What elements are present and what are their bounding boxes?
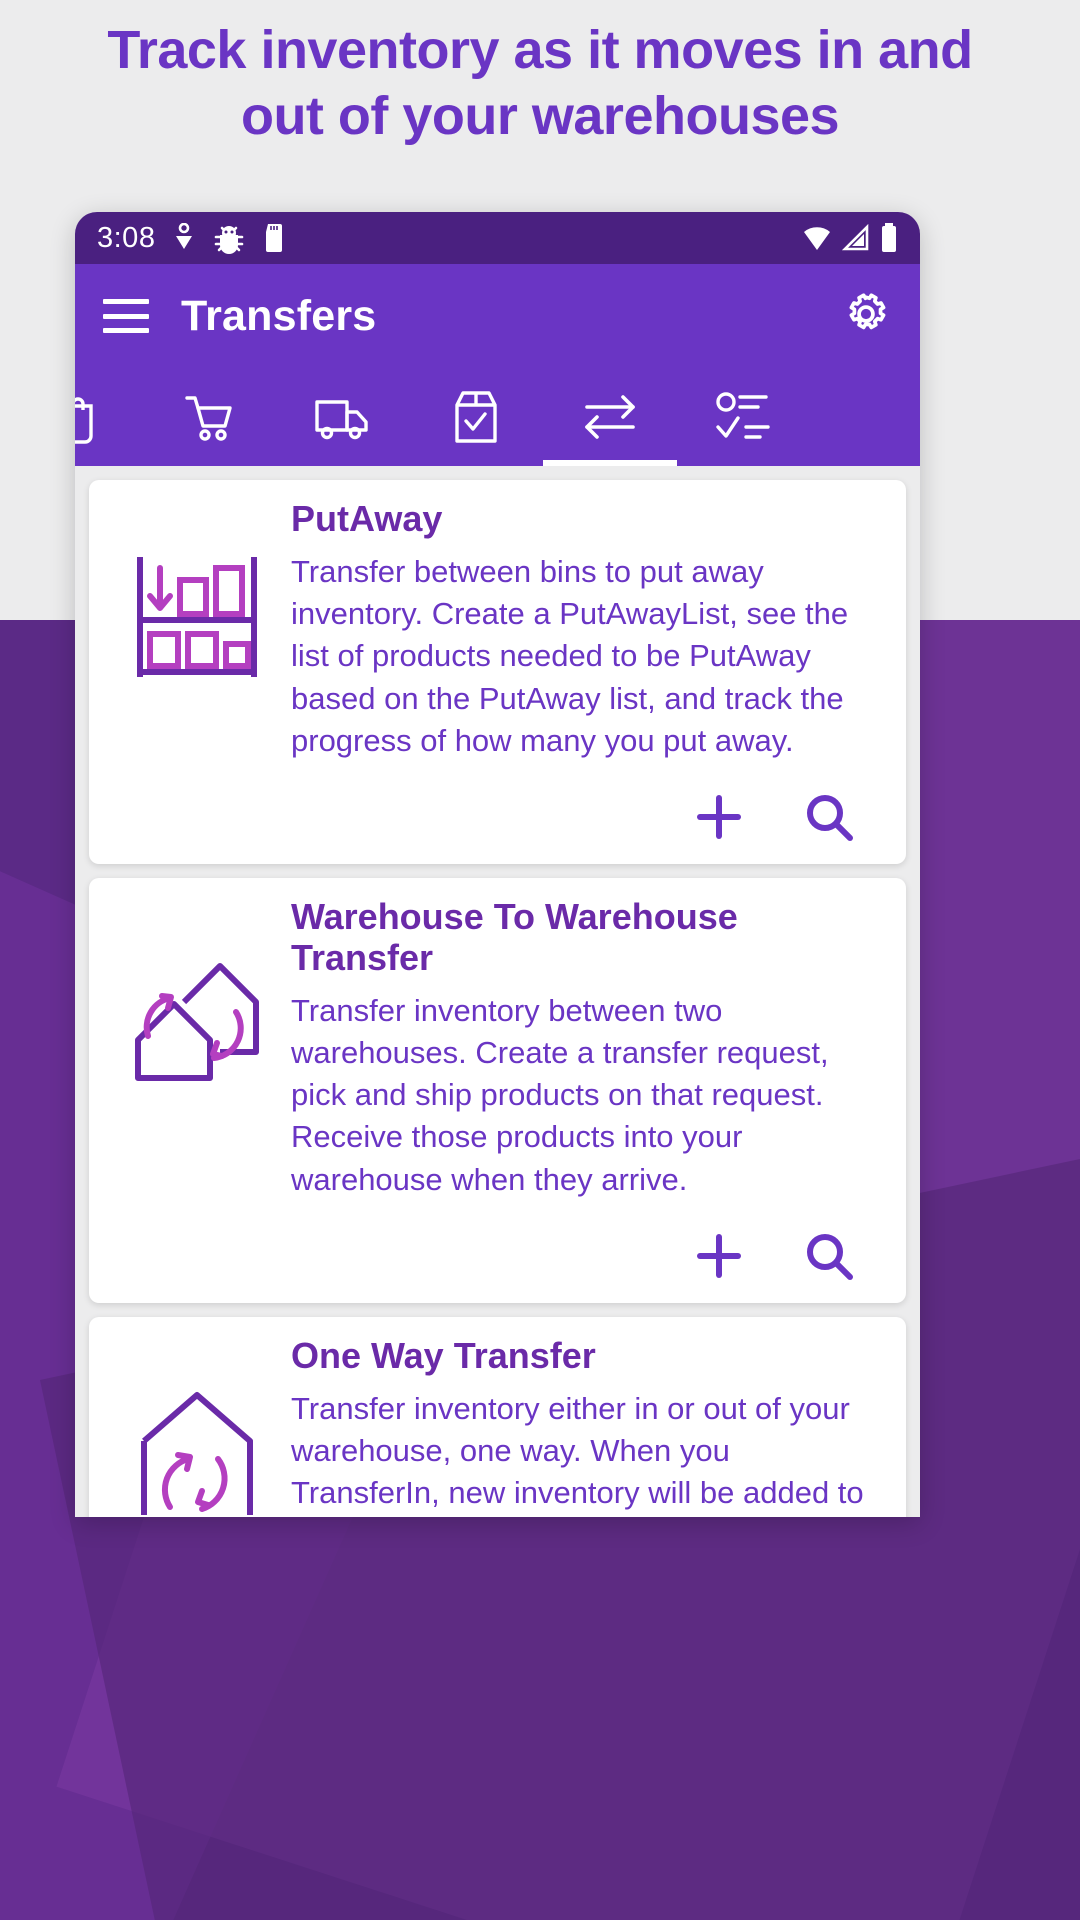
status-bar-left: 3:08 — [97, 222, 285, 255]
card-text: One Way Transfer Transfer inventory eith… — [287, 1335, 880, 1517]
card-one-way-transfer[interactable]: One Way Transfer Transfer inventory eith… — [89, 1316, 906, 1517]
card-title: Warehouse To Warehouse Transfer — [291, 895, 738, 978]
phone-screenshot: 3:08 Transfers PutAway Transfer between … — [75, 212, 920, 1517]
card-text: PutAway Transfer between bins to put awa… — [287, 498, 880, 762]
tab-transfers[interactable] — [543, 368, 677, 466]
card-title: One Way Transfer — [291, 1334, 596, 1376]
screenshot-root: Track inventory as it moves in and out o… — [0, 0, 1080, 1920]
android-bug-icon — [213, 222, 245, 254]
battery-icon — [880, 223, 898, 253]
cell-signal-icon — [842, 224, 870, 252]
two-warehouses-arrows-icon — [107, 896, 287, 1090]
sd-card-icon — [263, 223, 285, 253]
tab-receive[interactable] — [409, 368, 543, 466]
card-description: Transfer inventory between two warehouse… — [291, 992, 829, 1197]
card-actions — [107, 1227, 880, 1285]
gear-icon[interactable] — [840, 288, 892, 345]
tab-partial-left[interactable] — [75, 368, 141, 466]
card-description: Transfer inventory either in or out of y… — [291, 1390, 864, 1510]
card-warehouse-to-warehouse[interactable]: Warehouse To Warehouse Transfer Transfer… — [89, 877, 906, 1303]
search-icon[interactable] — [800, 788, 858, 846]
card-putaway[interactable]: PutAway Transfer between bins to put awa… — [89, 480, 906, 864]
tab-counts[interactable] — [677, 368, 811, 466]
card-body: One Way Transfer Transfer inventory eith… — [107, 1335, 880, 1517]
tab-purchase[interactable] — [141, 368, 275, 466]
add-icon[interactable] — [690, 788, 748, 846]
status-bar-time: 3:08 — [97, 221, 156, 254]
tab-delivery[interactable] — [275, 368, 409, 466]
search-icon[interactable] — [800, 1227, 858, 1285]
app-bar: Transfers — [75, 264, 920, 368]
tab-bar — [75, 368, 920, 466]
hamburger-menu-icon[interactable] — [103, 299, 149, 333]
shelf-rack-down-arrow-icon — [107, 498, 287, 692]
card-description: Transfer between bins to put away invent… — [291, 554, 849, 758]
card-actions — [107, 788, 880, 846]
status-bar-right — [802, 223, 898, 253]
card-title: PutAway — [291, 498, 443, 539]
card-body: PutAway Transfer between bins to put awa… — [107, 498, 880, 762]
wifi-icon — [802, 224, 832, 252]
download-icon — [173, 223, 195, 253]
card-text: Warehouse To Warehouse Transfer Transfer… — [287, 896, 880, 1201]
card-body: Warehouse To Warehouse Transfer Transfer… — [107, 896, 880, 1201]
add-icon[interactable] — [690, 1227, 748, 1285]
transfers-card-list: PutAway Transfer between bins to put awa… — [75, 466, 920, 1517]
page-title: Transfers — [181, 291, 377, 340]
warehouse-arrows-icon — [107, 1335, 287, 1517]
status-bar: 3:08 — [75, 212, 920, 264]
marketing-headline: Track inventory as it moves in and out o… — [107, 20, 973, 146]
